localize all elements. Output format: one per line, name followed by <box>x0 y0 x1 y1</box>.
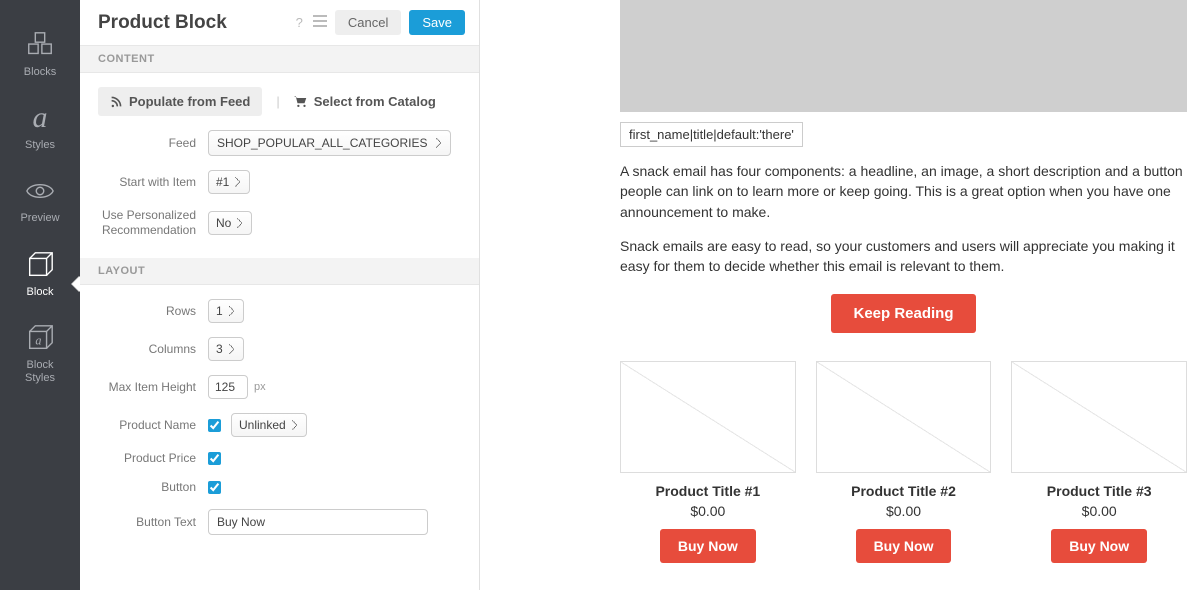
populate-label: Populate from Feed <box>129 94 250 109</box>
product-price-label: Product Price <box>98 451 208 466</box>
product-card[interactable]: Product Title #1 $0.00 Buy Now <box>620 361 796 563</box>
columns-label: Columns <box>98 342 208 357</box>
max-height-input[interactable] <box>208 375 248 399</box>
buy-now-button[interactable]: Buy Now <box>1051 529 1147 563</box>
hero-image-placeholder <box>620 0 1187 112</box>
nav-label: Block <box>27 286 54 299</box>
nav-label: Block Styles <box>25 359 55 385</box>
cancel-button[interactable]: Cancel <box>335 10 401 35</box>
svg-text:a: a <box>35 333 41 347</box>
buy-now-button[interactable]: Buy Now <box>660 529 756 563</box>
rows-select[interactable]: 1 <box>208 299 244 323</box>
nav-block[interactable]: Block <box>0 238 80 311</box>
product-price-checkbox[interactable] <box>208 452 221 465</box>
cart-icon <box>294 95 308 108</box>
nav-styles[interactable]: a Styles <box>0 91 80 164</box>
start-item-label: Start with Item <box>98 175 208 190</box>
product-price: $0.00 <box>620 503 796 519</box>
buy-now-button[interactable]: Buy Now <box>856 529 952 563</box>
menu-icon[interactable] <box>313 15 327 30</box>
columns-select[interactable]: 3 <box>208 337 244 361</box>
rss-icon <box>110 95 123 108</box>
layout-section-label: LAYOUT <box>80 258 479 285</box>
nav-preview[interactable]: Preview <box>0 164 80 237</box>
button-text-input[interactable] <box>208 509 428 535</box>
product-title: Product Title #2 <box>816 483 992 499</box>
product-image-placeholder <box>620 361 796 473</box>
max-height-unit: px <box>254 381 266 393</box>
feed-select[interactable]: SHOP_POPULAR_ALL_CATEGORIES <box>208 130 451 156</box>
button-enable-label: Button <box>98 480 208 495</box>
populate-from-feed-button[interactable]: Populate from Feed <box>98 87 262 116</box>
body-paragraph-2: Snack emails are easy to read, so your c… <box>620 236 1187 277</box>
nav-rail: Blocks a Styles Preview Block a Block St… <box>0 0 80 590</box>
keep-reading-button[interactable]: Keep Reading <box>831 294 975 333</box>
nav-block-styles[interactable]: a Block Styles <box>0 311 80 397</box>
product-card[interactable]: Product Title #2 $0.00 Buy Now <box>816 361 992 563</box>
settings-panel: Product Block ? Cancel Save CONTENT Popu… <box>80 0 480 590</box>
button-text-label: Button Text <box>98 515 208 530</box>
eye-icon <box>25 176 55 206</box>
product-title: Product Title #3 <box>1011 483 1187 499</box>
product-grid: Product Title #1 $0.00 Buy Now Product T… <box>620 361 1187 563</box>
start-item-select[interactable]: #1 <box>208 170 250 194</box>
max-height-label: Max Item Height <box>98 380 208 395</box>
catalog-label: Select from Catalog <box>314 94 436 109</box>
cube-icon <box>25 250 55 280</box>
blocks-icon <box>25 30 55 60</box>
merge-tag[interactable]: first_name|title|default:'there' <box>620 122 803 147</box>
nav-blocks[interactable]: Blocks <box>0 18 80 91</box>
panel-pointer <box>72 276 80 292</box>
product-name-checkbox[interactable] <box>208 419 221 432</box>
product-title: Product Title #1 <box>620 483 796 499</box>
nav-label: Blocks <box>24 66 56 79</box>
select-from-catalog-button[interactable]: Select from Catalog <box>294 94 436 109</box>
product-name-label: Product Name <box>98 418 208 433</box>
nav-label: Preview <box>20 212 59 225</box>
nav-label: Styles <box>25 139 55 152</box>
product-image-placeholder <box>1011 361 1187 473</box>
button-checkbox[interactable] <box>208 481 221 494</box>
feed-label: Feed <box>98 136 208 151</box>
product-card[interactable]: Product Title #3 $0.00 Buy Now <box>1011 361 1187 563</box>
product-price: $0.00 <box>1011 503 1187 519</box>
styles-icon: a <box>33 103 48 133</box>
panel-title: Product Block <box>98 12 286 34</box>
product-price: $0.00 <box>816 503 992 519</box>
segment-separator: | <box>276 94 279 109</box>
help-icon[interactable]: ? <box>296 15 303 30</box>
panel-header: Product Block ? Cancel Save <box>80 0 479 46</box>
body-paragraph-1: A snack email has four components: a hea… <box>620 161 1187 222</box>
product-name-link-select[interactable]: Unlinked <box>231 413 307 437</box>
product-image-placeholder <box>816 361 992 473</box>
save-button[interactable]: Save <box>409 10 465 35</box>
preview-canvas: first_name|title|default:'there' A snack… <box>480 0 1199 590</box>
cube-a-icon: a <box>25 323 55 353</box>
personalized-select[interactable]: No <box>208 211 252 235</box>
content-section-label: CONTENT <box>80 46 479 73</box>
rows-label: Rows <box>98 304 208 319</box>
personalized-label: Use Personalized Recommendation <box>98 208 208 238</box>
